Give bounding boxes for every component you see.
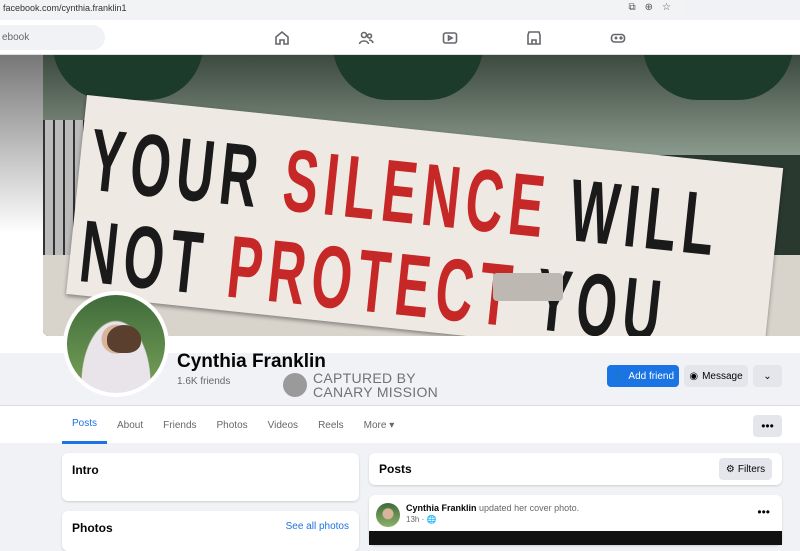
post-card: Cynthia Franklin updated her cover photo… (369, 495, 782, 545)
tab-photos[interactable]: Photos (207, 406, 258, 444)
message-label: Message (702, 370, 743, 382)
add-friend-label: Add friend (628, 370, 675, 382)
intro-title: Intro (72, 463, 99, 477)
facebook-top-nav: ebook (0, 20, 800, 55)
profile-more-button[interactable]: ⌄ (753, 365, 782, 387)
post-author[interactable]: Cynthia Franklin (406, 503, 477, 513)
home-icon (275, 30, 289, 45)
marketplace-icon (527, 31, 541, 45)
profile-tabs: Posts About Friends Photos Videos Reels … (0, 405, 800, 444)
nav-home[interactable] (240, 28, 324, 48)
globe-icon: 🌐 (426, 515, 437, 524)
sliders-icon: ⚙ (725, 463, 735, 475)
star-icon[interactable]: ☆ (662, 2, 671, 13)
add-friend-button[interactable]: 👤 Add friend (607, 365, 679, 387)
watermark-line1: CAPTURED BY (313, 370, 416, 386)
posts-title: Posts (379, 462, 412, 476)
tabs-more-options-button[interactable]: ••• (753, 415, 782, 437)
video-icon (442, 32, 458, 44)
see-all-photos-link[interactable]: See all photos (286, 521, 349, 532)
post-avatar[interactable] (376, 503, 400, 527)
watermark: CAPTURED BY CANARY MISSION (283, 371, 438, 399)
chevron-down-icon: ⌄ (763, 370, 772, 382)
tab-posts[interactable]: Posts (62, 406, 108, 444)
install-app-icon[interactable]: ⧉ (629, 2, 636, 13)
message-button[interactable]: ◉ Message (684, 365, 748, 387)
tab-more[interactable]: More ▾ (354, 406, 405, 444)
intro-card: Intro (62, 453, 359, 501)
nav-video[interactable] (408, 28, 492, 48)
tab-friends[interactable]: Friends (153, 406, 206, 444)
tab-more-label: More (363, 419, 387, 431)
url-text[interactable]: facebook.com/cynthia.franklin1 (3, 3, 127, 13)
profile-avatar[interactable] (63, 291, 169, 397)
nav-marketplace[interactable] (492, 28, 576, 48)
caret-down-icon: ▾ (389, 419, 395, 431)
post-options-button[interactable]: ••• (757, 505, 770, 519)
friends-count[interactable]: 1.6K friends (177, 376, 230, 387)
nav-gaming[interactable] (576, 28, 660, 48)
profile-name: Cynthia Franklin (177, 351, 326, 372)
address-bar[interactable]: facebook.com/cynthia.franklin1 ⧉ ⊕ ☆ (0, 0, 685, 16)
friends-icon (358, 31, 374, 45)
tab-about[interactable]: About (107, 406, 153, 444)
filters-label: Filters (737, 463, 766, 475)
nav-friends[interactable] (324, 28, 408, 48)
post-timestamp[interactable]: 13h (406, 515, 419, 524)
search-text: ebook (2, 32, 30, 43)
photos-card: Photos See all photos (62, 511, 359, 551)
zoom-icon[interactable]: ⊕ (645, 2, 653, 13)
posts-header-card: Posts ⚙ Filters (369, 453, 782, 485)
post-action: updated her cover photo. (479, 503, 580, 513)
canary-logo-icon (283, 373, 307, 397)
add-person-icon: 👤 (611, 370, 625, 382)
post-media[interactable] (369, 531, 782, 545)
cover-photo[interactable]: YOUR SILENCE WILL NOT PROTECT YOU (43, 55, 800, 336)
messenger-icon: ◉ (689, 370, 699, 382)
filters-button[interactable]: ⚙ Filters (719, 458, 772, 480)
search-input[interactable]: ebook (0, 25, 105, 50)
gaming-icon (610, 33, 626, 43)
watermark-line2: CANARY MISSION (313, 384, 439, 400)
photos-title: Photos (72, 521, 113, 535)
tab-videos[interactable]: Videos (258, 406, 308, 444)
ellipsis-icon: ••• (757, 505, 770, 519)
tab-reels[interactable]: Reels (308, 406, 354, 444)
ellipsis-icon: ••• (761, 419, 774, 433)
